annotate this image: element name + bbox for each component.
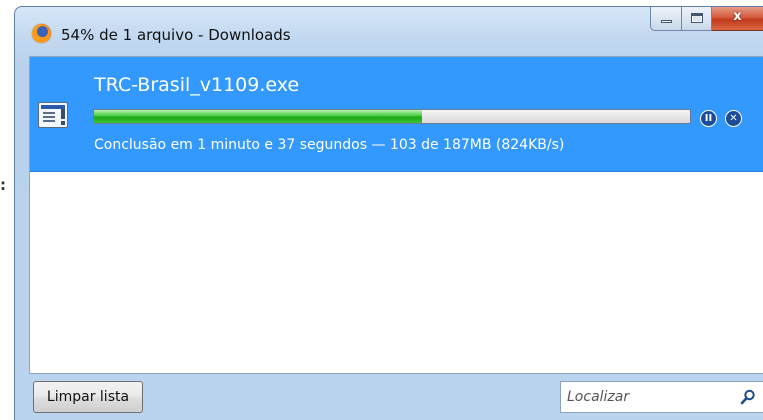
clear-list-button[interactable]: Limpar lista [33,381,143,413]
download-status: Conclusão em 1 minuto e 37 segundos — 10… [94,137,565,153]
minimize-icon [661,20,672,23]
search-box[interactable] [560,381,763,413]
left-edge-fragment: : [0,176,6,194]
window-controls: x [650,7,763,31]
exe-file-icon [38,102,68,128]
search-icon[interactable] [740,389,756,405]
download-file-name: TRC-Brasil_v1109.exe [94,74,300,96]
bottom-toolbar: Limpar lista [15,375,763,420]
download-progress-bar [93,109,691,124]
window-title: 54% de 1 arquivo - Downloads [61,26,291,44]
downloads-window: 54% de 1 arquivo - Downloads x TRC-Brasi… [14,6,763,420]
maximize-button[interactable] [682,7,712,31]
cancel-button[interactable]: ✕ [725,110,742,127]
close-icon: x [733,9,742,24]
downloads-list[interactable]: TRC-Brasil_v1109.exe II ✕ Conclusão em 1… [29,56,763,374]
title-bar[interactable]: 54% de 1 arquivo - Downloads x [15,7,763,55]
close-button[interactable]: x [712,7,763,31]
maximize-icon [691,13,703,23]
firefox-icon [32,24,51,43]
download-item[interactable]: TRC-Brasil_v1109.exe II ✕ Conclusão em 1… [30,57,763,172]
minimize-button[interactable] [650,7,682,31]
search-input[interactable] [567,382,737,412]
download-progress-fill [94,110,422,123]
pause-button[interactable]: II [700,110,717,127]
